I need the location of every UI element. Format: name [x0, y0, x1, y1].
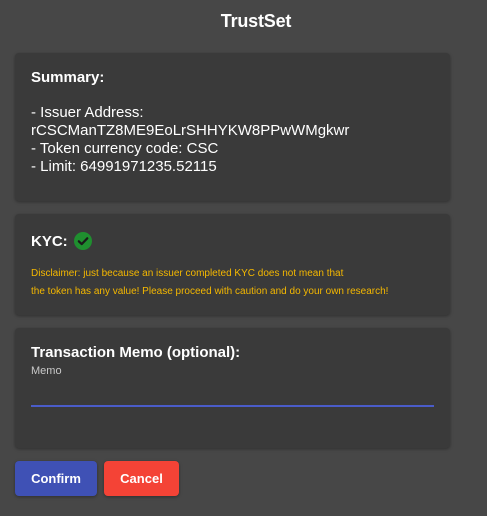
memo-card: Transaction Memo (optional): Memo: [15, 328, 450, 448]
page-title: TrustSet: [220, 11, 292, 31]
issuer-label: - Issuer Address:: [31, 104, 144, 121]
confirm-button[interactable]: Confirm: [15, 461, 97, 496]
cancel-button[interactable]: Cancel: [104, 461, 179, 496]
memo-input[interactable]: [31, 383, 434, 407]
kyc-status-row: KYC:: [31, 232, 434, 250]
memo-field-label: Memo: [31, 365, 62, 377]
issuer-address: rCSCManTZ8ME9EoLrSHHYKW8PPwWMgkwr: [31, 122, 350, 139]
kyc-disclaimer: Disclaimer: just because an issuer compl…: [31, 265, 434, 301]
trust-limit: - Limit: 64991971235.52115: [31, 158, 217, 175]
memo-heading: Transaction Memo (optional):: [31, 344, 241, 361]
disclaimer-line: Disclaimer: just because an issuer compl…: [31, 268, 344, 279]
check-circle-icon: [73, 232, 92, 250]
summary-card: Summary: - Issuer Address: rCSCManTZ8ME9…: [15, 53, 450, 201]
kyc-heading: KYC:: [31, 232, 68, 250]
summary-heading: Summary:: [31, 69, 105, 86]
summary-details: - Issuer Address: rCSCManTZ8ME9EoLrSHHYK…: [31, 104, 434, 176]
currency-code: - Token currency code: CSC: [31, 140, 219, 157]
disclaimer-line: the token has any value! Please proceed …: [31, 286, 389, 297]
kyc-card: KYC: Disclaimer: just because an issuer …: [15, 214, 450, 315]
